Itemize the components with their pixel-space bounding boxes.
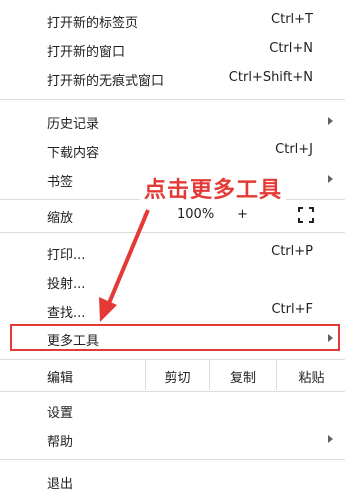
copy-button[interactable]: 复制: [209, 360, 276, 390]
paste-button[interactable]: 粘贴: [276, 360, 345, 390]
menu-item-settings[interactable]: 设置: [0, 396, 345, 425]
zoom-in-button[interactable]: +: [237, 207, 248, 222]
paste-label: 粘贴: [298, 371, 325, 386]
help-label: 帮助: [47, 435, 74, 450]
menu-item-new-window[interactable]: 打开新的窗口 Ctrl+N: [0, 35, 345, 64]
new-window-shortcut: Ctrl+N: [269, 41, 313, 56]
menu-item-history[interactable]: 历史记录: [0, 107, 345, 136]
downloads-label: 下载内容: [47, 146, 100, 161]
incognito-label: 打开新的无痕式窗口: [47, 74, 165, 89]
find-shortcut: Ctrl+F: [271, 302, 313, 317]
new-tab-shortcut: Ctrl+T: [271, 12, 313, 27]
menu-item-exit[interactable]: 退出: [0, 467, 345, 496]
bookmarks-label: 书签: [47, 175, 74, 190]
history-label: 历史记录: [47, 117, 100, 132]
menu-item-help[interactable]: 帮助: [0, 425, 345, 454]
cast-label: 投射...: [47, 277, 86, 292]
print-label: 打印...: [47, 248, 86, 263]
edit-row: 编辑 剪切 复制 粘贴: [0, 360, 345, 390]
zoom-level: 100%: [177, 207, 215, 222]
menu-item-new-tab[interactable]: 打开新的标签页 Ctrl+T: [0, 6, 345, 35]
copy-label: 复制: [229, 371, 256, 386]
submenu-arrow-icon: [328, 117, 333, 125]
annotation-text: 点击更多工具: [140, 172, 287, 204]
zoom-row: 缩放 - 100% +: [0, 200, 345, 232]
zoom-out-button[interactable]: -: [143, 207, 148, 222]
menu-item-cast[interactable]: 投射...: [0, 267, 345, 296]
separator: [0, 459, 345, 460]
submenu-arrow-icon: [328, 435, 333, 443]
menu-item-find[interactable]: 查找... Ctrl+F: [0, 296, 345, 325]
separator: [0, 391, 345, 392]
downloads-shortcut: Ctrl+J: [275, 142, 313, 157]
incognito-shortcut: Ctrl+Shift+N: [228, 70, 313, 85]
fullscreen-icon[interactable]: [298, 207, 314, 223]
chrome-main-menu: 打开新的标签页 Ctrl+T 打开新的窗口 Ctrl+N 打开新的无痕式窗口 C…: [0, 0, 345, 500]
cut-button[interactable]: 剪切: [145, 360, 209, 390]
print-shortcut: Ctrl+P: [271, 244, 313, 259]
more-tools-highlight-box: [10, 324, 340, 351]
menu-item-incognito[interactable]: 打开新的无痕式窗口 Ctrl+Shift+N: [0, 64, 345, 93]
new-window-label: 打开新的窗口: [47, 45, 126, 60]
separator: [0, 99, 345, 100]
separator: [0, 232, 345, 233]
edit-label: 编辑: [47, 371, 74, 386]
menu-item-downloads[interactable]: 下载内容 Ctrl+J: [0, 136, 345, 165]
new-tab-label: 打开新的标签页: [47, 16, 139, 31]
settings-label: 设置: [47, 406, 74, 421]
cut-label: 剪切: [164, 371, 191, 386]
submenu-arrow-icon: [328, 175, 333, 183]
exit-label: 退出: [47, 477, 74, 492]
find-label: 查找...: [47, 306, 86, 321]
zoom-label: 缩放: [47, 211, 74, 226]
menu-item-print[interactable]: 打印... Ctrl+P: [0, 238, 345, 267]
